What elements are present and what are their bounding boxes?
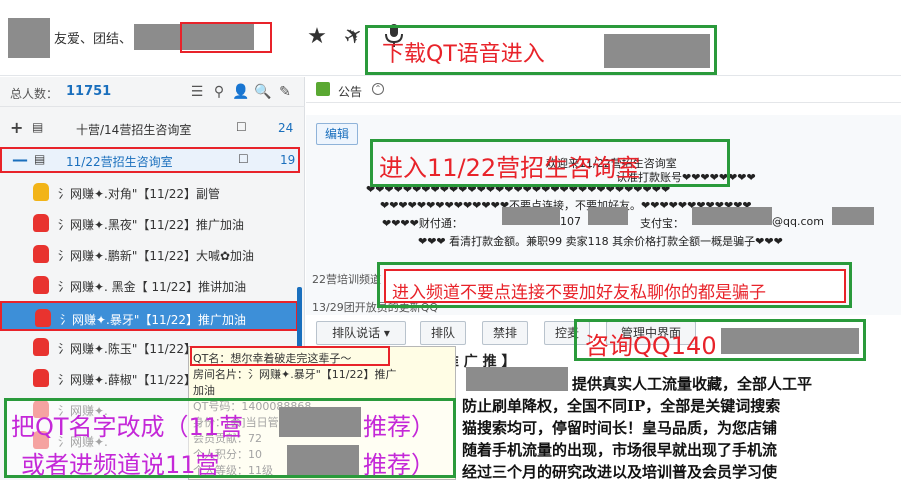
redaction-mask xyxy=(502,207,560,225)
user-role-icon xyxy=(33,338,49,356)
user-name: 氵网赚✦.薛椒"【11/22】 xyxy=(58,373,196,387)
annotation-channel-warning: 进入频道不要点连接不要加好友私聊你的都是骗子 xyxy=(392,283,766,303)
queue-speech-label: 排队说话 xyxy=(332,326,381,340)
user-role-icon xyxy=(33,245,49,263)
channel-manage-icon[interactable]: ☐ xyxy=(236,120,247,134)
total-members-label: 总人数： xyxy=(10,87,59,101)
list-icon[interactable]: ☰ xyxy=(188,82,206,102)
annotation-red-box xyxy=(180,22,272,53)
redaction-mask xyxy=(588,207,628,225)
user-role-icon xyxy=(33,276,49,294)
channel-row-active[interactable]: — ▤ 11/22营招生咨询室 ☐ 19 xyxy=(0,147,300,173)
edit-notice-button[interactable]: 编辑 xyxy=(316,123,358,145)
ad-line-3: 猫搜索均可，停留时间长！皇马品质，为您店铺 xyxy=(462,419,778,437)
user-row[interactable]: 氵网赚✦. 黑金【 11/22】推讲加油 xyxy=(0,270,298,300)
tooltip-line: 房间名片：氵网赚✦.暴牙"【11/22】推广 xyxy=(193,368,397,381)
annotation-warning-box: 进入频道不要点连接不要加好友私聊你的都是骗子 xyxy=(377,262,852,308)
user-name: 氵网赚✦.鹏新"【11/22】大喊✿加油 xyxy=(58,249,255,263)
notice-pay-email: @qq.com xyxy=(772,215,824,228)
annotation-rename-box: 把QT名字改成（11营 推荐） 或者进频道说11营 推荐） xyxy=(4,398,456,479)
notice-tab-label[interactable]: 公告 xyxy=(338,83,362,100)
notice-reminder-line: ❤❤❤ 看清打款金额。兼职99 卖家118 其余价格打款全额一概是骗子❤❤❤ xyxy=(418,235,783,248)
notice-pay-mid: 107 xyxy=(560,215,581,228)
annotation-consult-text: 咨询QQ140 xyxy=(585,332,717,360)
channel-manage-icon[interactable]: ☐ xyxy=(238,152,249,166)
user-role-icon xyxy=(35,309,51,327)
user-role-icon xyxy=(33,369,49,387)
user-name: 氵网赚✦.黑夜"【11/22】推广加油 xyxy=(58,218,244,232)
expand-icon[interactable]: + xyxy=(10,118,23,137)
total-members-value: 11751 xyxy=(66,84,112,99)
user-icon[interactable]: 👤 xyxy=(232,82,250,102)
notice-training-hint: 22营培训频道 xyxy=(312,273,381,286)
annotation-red-box xyxy=(190,346,390,366)
room-header: 友爱、团结、 ★ ✈ 下载QT语音进入 xyxy=(0,0,901,76)
member-count-row: 总人数： 11751 ☰ ⚲ 👤 🔍 ✎ xyxy=(0,77,305,107)
annotation-or-enter-text: 或者进频道说11营 xyxy=(21,451,220,479)
ban-queue-button[interactable]: 禁排 xyxy=(482,321,528,345)
notice-alipay-label: 支付宝： xyxy=(640,217,684,230)
channel-icon: ▤ xyxy=(32,120,44,134)
redaction-mask xyxy=(832,207,874,225)
ad-line-1: 提供真实人工流量收藏，全部人工平 xyxy=(572,375,813,393)
star-icon[interactable]: ★ xyxy=(303,23,331,51)
notice-header: 公告 ⌃ xyxy=(306,77,901,103)
ad-line-2: 防止刷单降权，全国不同IP，全部是关键词搜索 xyxy=(462,397,781,415)
redaction-mask xyxy=(692,207,772,225)
annotation-red-box: 进入频道不要点连接不要加好友私聊你的都是骗子 xyxy=(384,269,846,303)
annotation-rename-text: 把QT名字改成（11营 xyxy=(11,413,244,441)
user-role-icon xyxy=(33,183,49,201)
collapse-icon[interactable]: — xyxy=(12,150,28,169)
annotation-enter-room-text: 进入11/22营招生咨询室 xyxy=(379,154,641,182)
channel-count: 19 xyxy=(280,153,296,167)
channel-name: 十营/14营招生咨询室 xyxy=(76,123,192,137)
annotation-qt-download-banner: 下载QT语音进入 xyxy=(365,25,717,75)
tooltip-line: 加油 xyxy=(193,384,215,397)
user-name: 氵网赚✦.陈玉"【11/22】 xyxy=(58,342,196,356)
user-row[interactable]: 氵网赚✦.对角"【11/22】副管 xyxy=(0,177,298,207)
notice-toggle-icon[interactable]: ⌃ xyxy=(372,83,384,95)
queue-button[interactable]: 排队 xyxy=(420,321,466,345)
room-motto: 友爱、团结、 xyxy=(54,32,133,47)
redaction-mask xyxy=(466,367,568,391)
redaction-mask xyxy=(279,407,361,437)
channel-count: 24 xyxy=(278,121,294,135)
notice-pay-prefix: ❤❤❤❤财付通： xyxy=(382,217,463,230)
user-row-selected[interactable]: 氵网赚✦.暴牙"【11/22】推广加油 xyxy=(0,301,298,331)
room-avatar-redacted xyxy=(8,18,50,58)
annotation-qt-download-text: 下载QT语音进入 xyxy=(382,42,545,67)
edit-icon[interactable]: ✎ xyxy=(276,82,294,102)
annotation-recommend-text-2: 推荐） xyxy=(363,451,435,479)
channel-row[interactable]: + ▤ 十营/14营招生咨询室 ☐ 24 xyxy=(0,115,300,141)
user-name: 氵网赚✦. 黑金【 11/22】推讲加油 xyxy=(58,280,247,294)
annotation-consult-box: 咨询QQ140 xyxy=(574,319,866,361)
queue-speech-button[interactable]: 排队说话 ▾ xyxy=(316,321,406,345)
notice-icon xyxy=(316,82,330,96)
user-row[interactable]: 氵网赚✦.黑夜"【11/22】推广加油 xyxy=(0,208,298,238)
redaction-mask xyxy=(287,445,359,475)
location-icon[interactable]: ⚲ xyxy=(210,82,228,102)
channel-icon: ▤ xyxy=(34,152,46,166)
channel-name: 11/22营招生咨询室 xyxy=(66,155,173,169)
redaction-mask xyxy=(604,34,710,68)
chevron-down-icon: ▾ xyxy=(383,326,390,340)
search-icon[interactable]: 🔍 xyxy=(254,82,272,102)
ad-line-5: 经过三个月的研究改进以及培训普及会员学习使 xyxy=(462,463,778,480)
user-role-icon xyxy=(33,214,49,232)
user-row[interactable]: 氵网赚✦.鹏新"【11/22】大喊✿加油 xyxy=(0,239,298,269)
redaction-mask xyxy=(721,328,859,354)
user-name: 氵网赚✦.对角"【11/22】副管 xyxy=(58,187,220,201)
annotation-recommend-text: 推荐） xyxy=(363,413,435,441)
annotation-enter-room-box: 进入11/22营招生咨询室 xyxy=(370,139,730,187)
ad-line-4: 随着手机流量的出现，市场很早就出现了手机流 xyxy=(462,441,778,459)
user-name: 氵网赚✦.暴牙"【11/22】推广加油 xyxy=(60,313,246,327)
